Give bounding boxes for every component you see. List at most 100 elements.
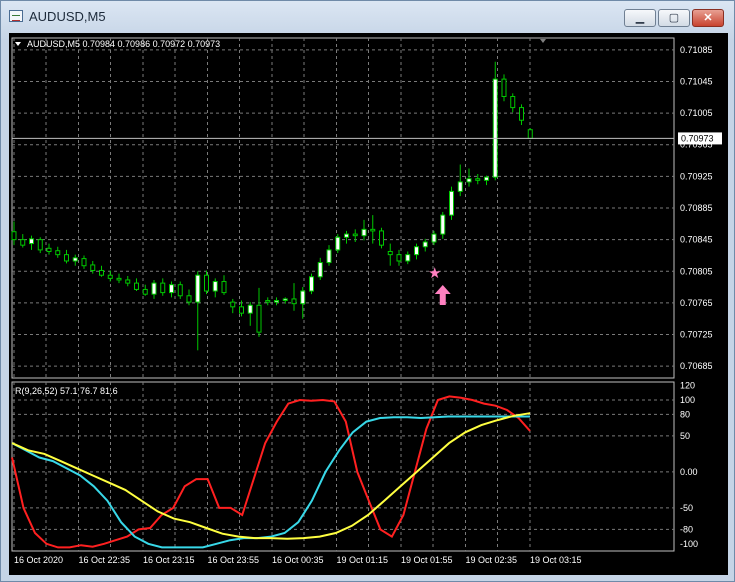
grid [11,37,675,552]
candle-body [99,269,104,276]
candle-body [195,274,201,303]
candle [46,243,52,255]
chart-canvas[interactable]: ★ 0.71085 0.71045 0.71005 0.70965 0.70925 0.7… [9,33,728,575]
time-tick-label: 19 Oct 02:35 [466,555,518,565]
candle [99,265,104,277]
candle [11,221,17,246]
candle [142,284,148,296]
candle-body [20,239,26,246]
candle-body [300,290,306,305]
price-tick-label: 0.70765 [680,298,713,308]
candle-body [186,295,192,303]
candle-body [387,250,393,256]
price-panel[interactable]: ★ [11,39,674,351]
candle-body [396,254,402,262]
candle [449,186,454,220]
candle-body [160,282,166,294]
buy-arrow-marker [434,284,451,305]
star-marker: ★ [428,265,441,282]
candle-body [151,282,157,295]
candle-body [317,262,323,278]
maximize-button[interactable]: ▢ [658,9,690,27]
candle [107,270,113,282]
oscillator-panel-frame [11,381,675,552]
candle [379,227,384,249]
shift-marker [540,39,546,43]
candle-body [449,190,454,216]
time-tick-label: 19 Oct 03:15 [530,555,582,565]
time-tick-label: 16 Oct 22:35 [79,555,131,565]
candle-body [204,274,209,292]
osc-tick-label: 100 [680,395,695,405]
candle-body [116,277,122,281]
candle [300,287,306,319]
candle [510,93,516,113]
candle [230,298,236,314]
candle-body [527,129,533,139]
candle-body [239,306,244,314]
candle [134,278,139,292]
candle-body [134,282,139,290]
candle-body [46,247,52,252]
price-tick-label: 0.71045 [680,76,713,86]
price-tick-label: 0.70805 [680,266,713,276]
candle [256,287,262,337]
candle [387,243,393,266]
candle-body [405,254,411,262]
price-header: AUDUSD,M5 0.70984 0.70986 0.70972 0.7097… [27,39,220,49]
candle-body [169,284,174,294]
candle-body [291,298,297,305]
candle [466,168,472,187]
chart-window: AUDUSD,M5 ▁ ▢ ✕ ★ 0.71085 0.71045 0.71005 0… [0,0,735,582]
price-tick-label: 0.70885 [680,203,713,213]
price-tick-label: 0.70685 [680,361,713,371]
candle-body [221,281,227,294]
candle [64,249,69,264]
candle-body [177,284,183,297]
candle [501,74,507,102]
candle [20,234,26,248]
osc-tick-label: -50 [680,503,693,513]
candle [37,237,43,254]
candle-body [484,176,489,181]
candle [195,271,201,351]
candle [405,251,411,265]
candle [475,174,481,185]
candle-body [37,239,43,251]
price-tick-label: 0.70725 [680,330,713,340]
close-button[interactable]: ✕ [692,9,724,27]
candle [414,243,419,260]
chart-svg[interactable]: ★ 0.710850.710450.710050.709650.709250.7… [9,33,728,575]
window-title: AUDUSD,M5 [29,9,106,24]
candle-body [422,241,428,248]
candle-body [142,288,148,295]
candle [291,283,297,311]
candle-body [212,281,218,292]
title-bar[interactable]: AUDUSD,M5 ▁ ▢ ✕ [1,1,734,33]
candle-body [256,304,262,333]
candle [361,219,367,241]
candle [396,249,402,266]
candle [125,276,131,287]
candle-body [352,233,358,237]
candle-body [344,233,349,238]
candle [519,104,524,125]
candle [247,302,253,326]
price-tick-label: 0.70845 [680,235,713,245]
candle [29,235,34,250]
candle-body [361,228,367,237]
price-tick-label: 0.70925 [680,171,713,181]
minimize-button[interactable]: ▁ [624,9,656,27]
candle-body [379,230,384,246]
osc-tick-label: 80 [680,409,690,419]
candle-body [475,178,481,181]
header-dropdown-icon [15,42,21,46]
candle-body [414,246,419,256]
candle [335,234,341,254]
time-tick-label: 16 Oct 00:35 [272,555,324,565]
candle-body [55,250,61,256]
candle [72,254,78,266]
candle-body [90,264,96,271]
candle [484,175,489,186]
candle [274,297,279,306]
